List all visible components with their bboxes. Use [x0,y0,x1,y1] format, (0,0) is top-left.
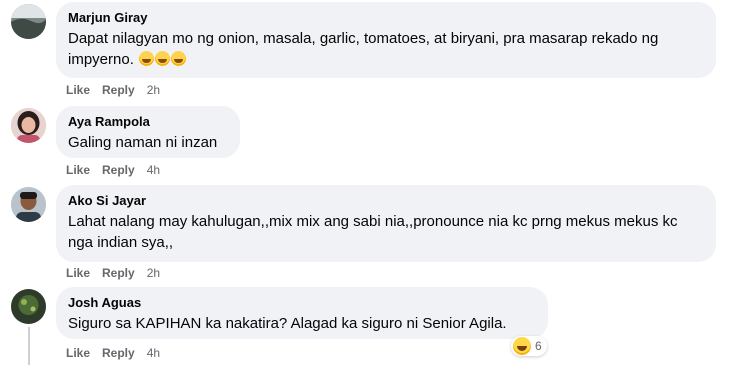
comment-bubble: Marjun Giray Dapat nilagyan mo ng onion,… [56,2,716,78]
comment-text: Galing naman ni inzan [68,134,218,151]
reply-button[interactable]: Reply [102,163,135,177]
comment-text: Dapat nilagyan mo ng onion, masala, garl… [68,28,704,70]
comment-actions: Like Reply 4h [66,346,172,360]
avatar[interactable] [11,108,46,143]
rofl-emoji-icon [155,51,171,66]
comment-bubble: Ako Si Jayar Lahat nalang may kahulugan,… [56,185,716,262]
like-button[interactable]: Like [66,83,90,97]
comment-actions: Like Reply 2h [66,266,172,280]
comment-author[interactable]: Josh Aguas [68,294,536,311]
avatar[interactable] [11,187,46,222]
comment-timestamp[interactable]: 2h [147,83,160,97]
comment-timestamp[interactable]: 4h [147,346,160,360]
comment-text: Lahat nalang may kahulugan,,mix mix ang … [68,213,678,251]
comment-actions: Like Reply 4h [66,163,172,177]
comment-author[interactable]: Aya Rampola [68,113,228,130]
comment-bubble: Josh Aguas Siguro sa KAPIHAN ka nakatira… [56,287,548,339]
comment-text: Siguro sa KAPIHAN ka nakatira? Alagad ka… [68,315,507,332]
thread-line [28,327,30,365]
reaction-count: 6 [535,339,542,353]
comment-bubble: Aya Rampola Galing naman ni inzan [56,106,240,158]
reply-button[interactable]: Reply [102,266,135,280]
like-button[interactable]: Like [66,266,90,280]
comment-timestamp[interactable]: 2h [147,266,160,280]
rofl-emoji-icon [171,51,187,66]
comment-actions: Like Reply 2h [66,83,172,97]
comment-timestamp[interactable]: 4h [147,163,160,177]
like-button[interactable]: Like [66,346,90,360]
reply-button[interactable]: Reply [102,83,135,97]
comment-author[interactable]: Marjun Giray [68,9,704,26]
reaction-summary[interactable]: 6 [511,336,547,356]
avatar[interactable] [11,289,46,324]
rofl-emoji-icon [139,51,155,66]
reply-button[interactable]: Reply [102,346,135,360]
comment-author[interactable]: Ako Si Jayar [68,192,704,209]
avatar[interactable] [11,4,46,39]
haha-icon [513,337,531,355]
like-button[interactable]: Like [66,163,90,177]
